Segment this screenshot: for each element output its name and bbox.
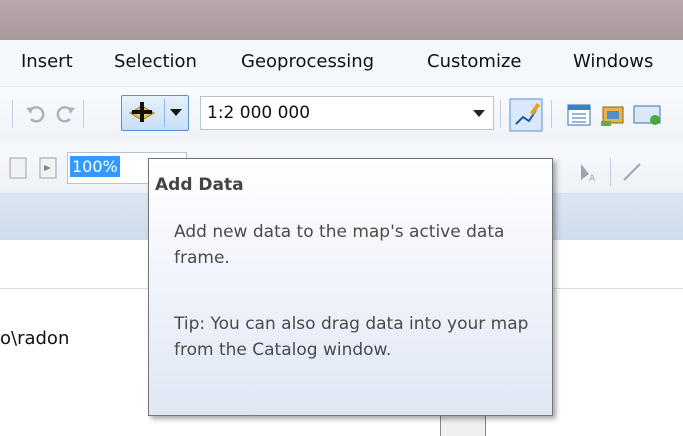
toolbar-separator <box>83 100 84 128</box>
map-scale-value: 1:2 000 000 <box>207 103 311 123</box>
map-scale-combobox[interactable]: 1:2 000 000 <box>200 96 494 130</box>
table-of-contents-icon[interactable] <box>567 103 591 127</box>
svg-text:A: A <box>589 174 596 184</box>
page-icon[interactable] <box>8 156 30 180</box>
text-tool-icon[interactable]: A <box>577 160 601 184</box>
menu-bar: Insert Selection Geoprocessing Customize… <box>0 40 683 87</box>
scrollbar[interactable] <box>440 416 486 436</box>
folder-path-label: o\radon <box>0 328 70 349</box>
tooltip-title: Add Data <box>155 175 244 195</box>
redo-icon[interactable] <box>53 102 77 126</box>
catalog-icon[interactable] <box>600 103 626 127</box>
toolbar-separator <box>610 158 611 186</box>
editor-toolbar-icon[interactable] <box>509 98 543 132</box>
zoom-whole-page-icon[interactable] <box>36 156 60 180</box>
menu-selection[interactable]: Selection <box>114 51 197 72</box>
menu-geoprocessing[interactable]: Geoprocessing <box>241 51 374 72</box>
dropdown-arrow-icon[interactable] <box>170 109 182 117</box>
search-icon[interactable] <box>633 103 663 127</box>
menu-windows[interactable]: Windows <box>573 51 653 72</box>
add-data-button[interactable] <box>121 95 189 131</box>
toolbar-separator <box>500 100 501 128</box>
layout-zoom-value: 100% <box>70 156 120 177</box>
undo-icon[interactable] <box>24 102 48 126</box>
toolbar-separator <box>12 100 13 128</box>
add-data-icon <box>129 102 155 122</box>
window-titlebar <box>0 0 683 40</box>
line-tool-icon[interactable] <box>620 160 644 184</box>
toolbar-separator <box>551 100 552 128</box>
chevron-down-icon[interactable] <box>473 110 485 117</box>
add-data-tooltip: Add Data Add new data to the map's activ… <box>148 158 553 416</box>
tooltip-tip: Tip: You can also drag data into your ma… <box>174 314 529 360</box>
menu-insert[interactable]: Insert <box>21 51 73 72</box>
menu-customize[interactable]: Customize <box>427 51 521 72</box>
tooltip-description: Add new data to the map's active data fr… <box>174 222 505 268</box>
